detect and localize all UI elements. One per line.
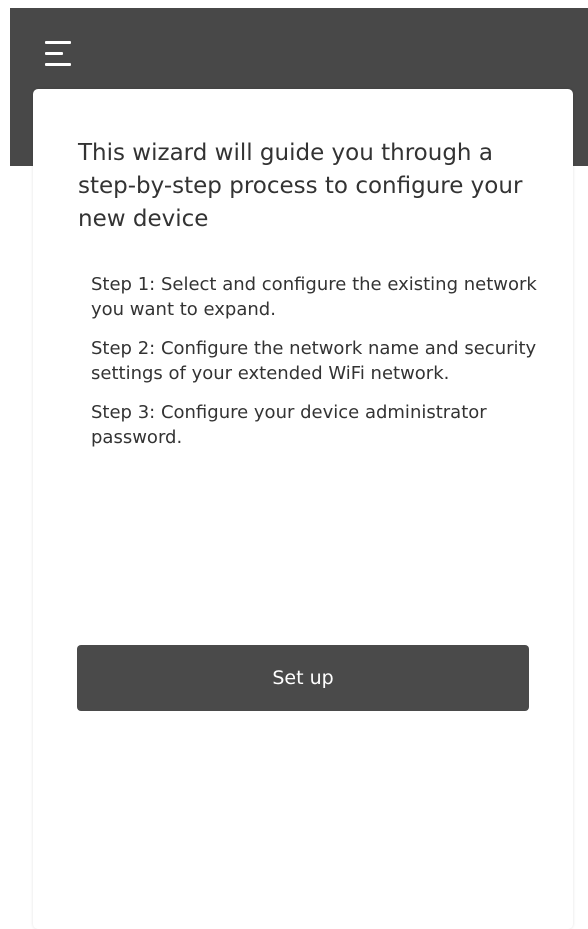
wizard-card: This wizard will guide you through a ste…: [33, 89, 573, 929]
wizard-step-3: Step 3: Configure your device administra…: [91, 402, 487, 448]
menu-button[interactable]: [36, 34, 80, 74]
wizard-step-1: Step 1: Select and configure the existin…: [91, 274, 537, 320]
set-up-button[interactable]: Set up: [77, 645, 529, 711]
wizard-steps: Step 1: Select and configure the existin…: [91, 272, 541, 464]
wizard-intro: This wizard will guide you through a ste…: [78, 140, 523, 232]
wizard-step-2: Step 2: Configure the network name and s…: [91, 338, 537, 384]
